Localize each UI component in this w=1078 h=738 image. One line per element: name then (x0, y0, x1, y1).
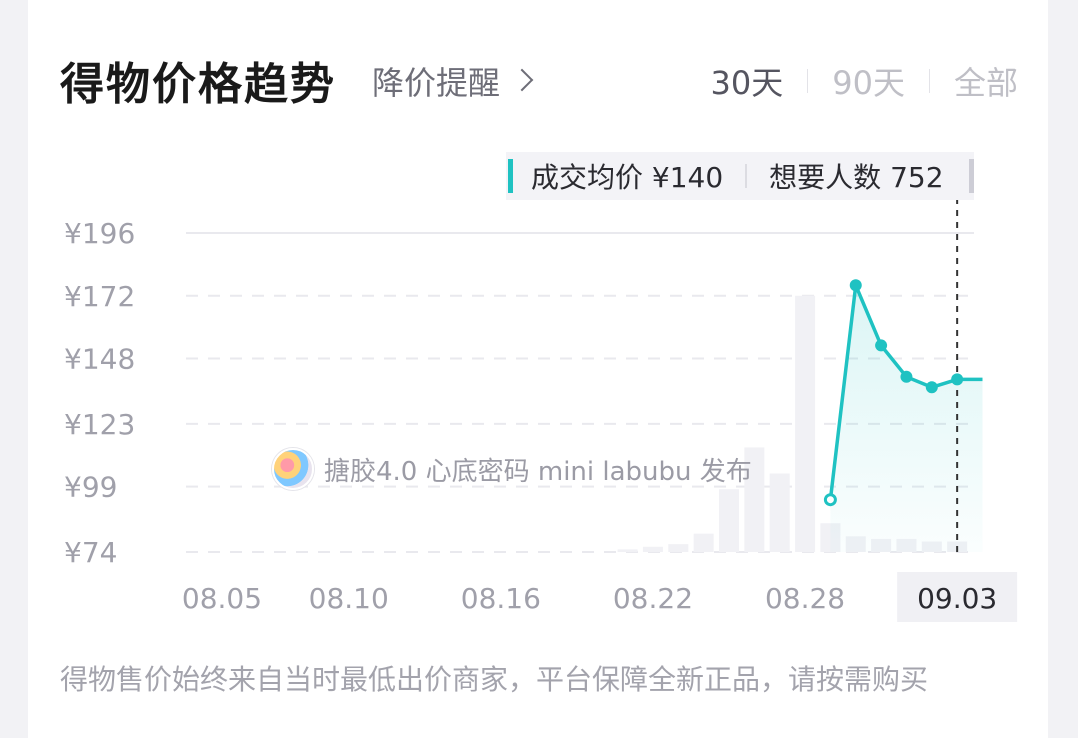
x-tick-label: 08.28 (765, 582, 845, 615)
volume-bar (769, 473, 790, 552)
tooltip-avg-price: 成交均价 ¥140 (531, 161, 724, 194)
product-avatar-icon (272, 448, 314, 490)
volume-bar (668, 544, 689, 552)
tooltip-accent-bar (508, 159, 513, 193)
volume-bar (693, 533, 714, 552)
price-chart[interactable]: ¥74 ¥99 ¥123 ¥148 ¥172 ¥196 08.05 08.10 08.16 08.… (28, 0, 1048, 640)
y-tick-label: ¥123 (64, 408, 135, 441)
data-point (951, 373, 964, 386)
data-point (900, 370, 913, 383)
x-tick-label: 08.05 (182, 582, 262, 615)
x-tick-label: 08.22 (613, 582, 693, 615)
y-tick-label: ¥74 (64, 536, 117, 569)
event-label: 搪胶4.0 心底密码 mini labubu 发布 (324, 456, 752, 487)
x-tick-label: 08.10 (309, 582, 389, 615)
data-point (925, 381, 938, 394)
data-point (823, 493, 837, 507)
event-annotation[interactable]: 搪胶4.0 心底密码 mini labubu 发布 (272, 448, 752, 490)
data-point (849, 279, 862, 292)
price-area (830, 285, 983, 552)
tooltip-end-bar (969, 159, 974, 193)
volume-bar (617, 549, 638, 552)
volume-bar (719, 489, 739, 552)
data-point (875, 339, 888, 352)
volume-bar (642, 546, 663, 552)
tooltip-want-count: 想要人数 752 (769, 161, 944, 194)
x-tick-label: 09.03 (917, 582, 997, 615)
tooltip-divider (745, 164, 748, 188)
price-tooltip: 成交均价 ¥140 想要人数 752 (506, 152, 974, 200)
price-trend-card: 得物价格趋势 降价提醒 30天 90天 全部 ¥74 ¥99 ¥123 ¥148 ¥17… (28, 0, 1048, 738)
y-tick-label: ¥148 (64, 343, 135, 376)
y-tick-label: ¥172 (64, 280, 135, 313)
y-tick-label: ¥196 (64, 217, 135, 250)
x-tick-label: 08.16 (461, 582, 541, 615)
disclaimer-text: 得物售价始终来自当时最低出价商家，平台保障全新正品，请按需购买 (60, 663, 929, 696)
volume-bar (795, 295, 816, 552)
y-tick-label: ¥99 (64, 471, 117, 504)
